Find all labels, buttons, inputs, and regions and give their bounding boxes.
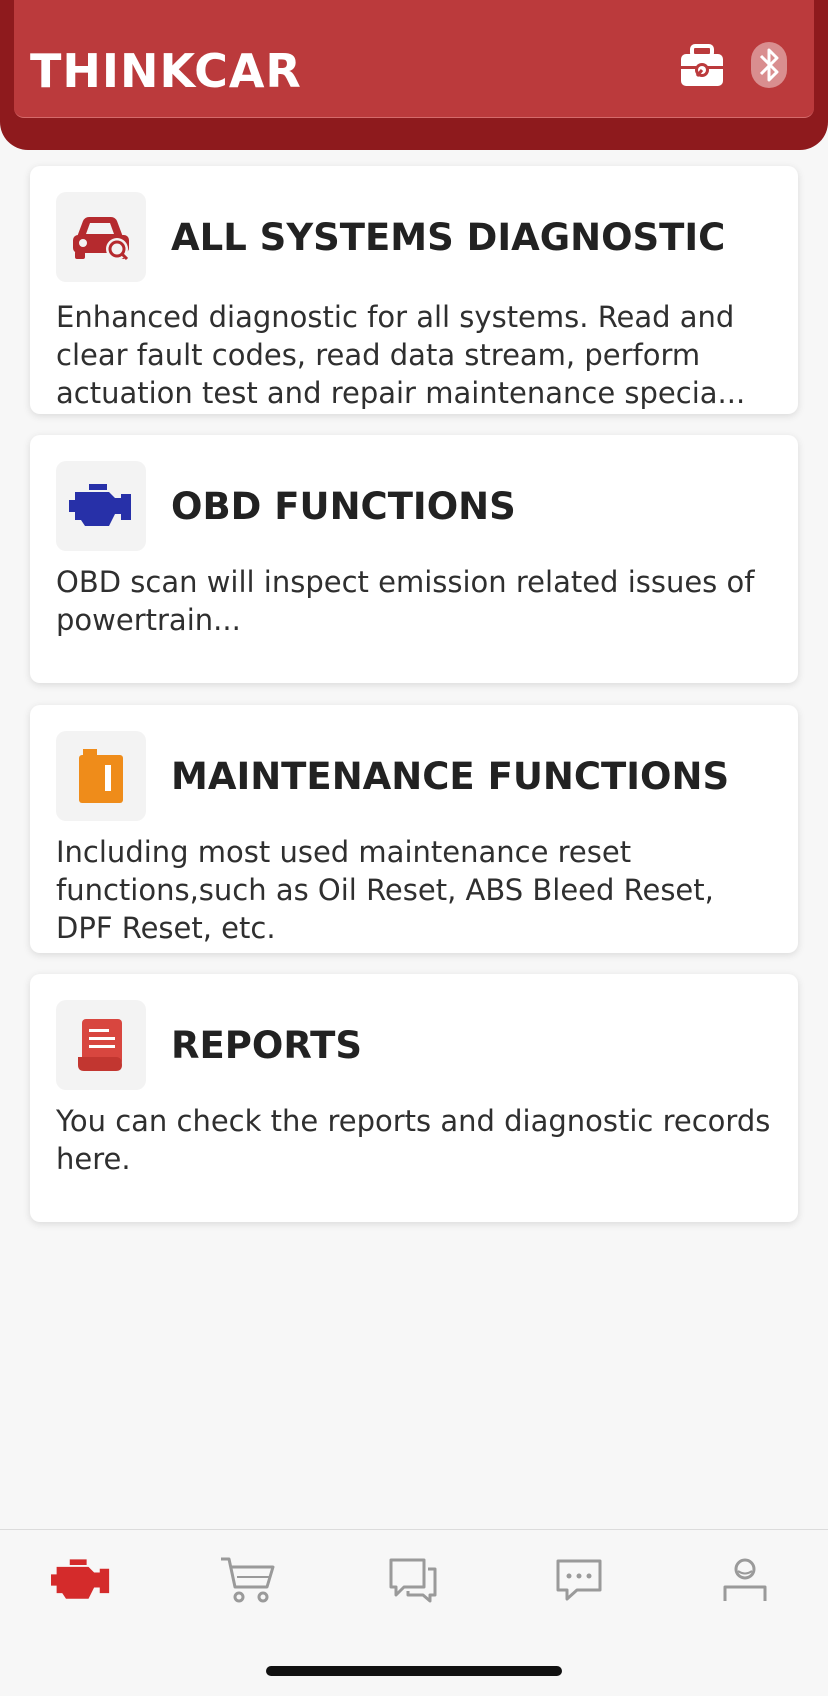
card-description: You can check the reports and diagnostic…: [56, 1104, 771, 1176]
message-icon: [556, 1559, 602, 1601]
card-all-systems-diagnostic[interactable]: ALL SYSTEMS DIAGNOSTIC Enhanced diagnost…: [30, 166, 798, 414]
nav-profile[interactable]: [710, 1550, 780, 1610]
card-maintenance-functions[interactable]: MAINTENANCE FUNCTIONS Including most use…: [30, 705, 798, 953]
report-icon: [56, 1000, 146, 1090]
nav-shop[interactable]: [212, 1550, 282, 1610]
card-title: OBD FUNCTIONS: [171, 485, 516, 528]
nav-community[interactable]: [378, 1550, 448, 1610]
engine-icon: [56, 461, 146, 551]
nav-home[interactable]: [46, 1550, 116, 1610]
card-title: REPORTS: [171, 1024, 363, 1067]
card-obd-functions[interactable]: OBD FUNCTIONS OBD scan will inspect emis…: [30, 435, 798, 683]
engine-icon: [51, 1559, 110, 1599]
card-title: MAINTENANCE FUNCTIONS: [171, 755, 730, 798]
card-description: Enhanced diagnostic for all systems. Rea…: [56, 300, 746, 410]
card-description: OBD scan will inspect emission related i…: [56, 565, 755, 637]
chat-icon: [389, 1558, 437, 1603]
car-diagnostic-icon: [56, 192, 146, 282]
card-reports[interactable]: REPORTS You can check the reports and di…: [30, 974, 798, 1222]
home-indicator: [266, 1666, 562, 1676]
app-title: THINKCAR: [30, 44, 302, 98]
header-bar: THINKCAR: [14, 0, 814, 118]
toolbox-icon[interactable]: [677, 40, 727, 90]
app-header: THINKCAR: [0, 0, 828, 150]
bluetooth-icon[interactable]: [749, 40, 799, 90]
profile-icon: [723, 1558, 767, 1601]
card-description: Including most used maintenance reset fu…: [56, 835, 714, 945]
card-title: ALL SYSTEMS DIAGNOSTIC: [171, 216, 726, 259]
cart-icon: [221, 1557, 275, 1603]
oil-can-icon: [56, 731, 146, 821]
nav-messages[interactable]: [544, 1550, 614, 1610]
